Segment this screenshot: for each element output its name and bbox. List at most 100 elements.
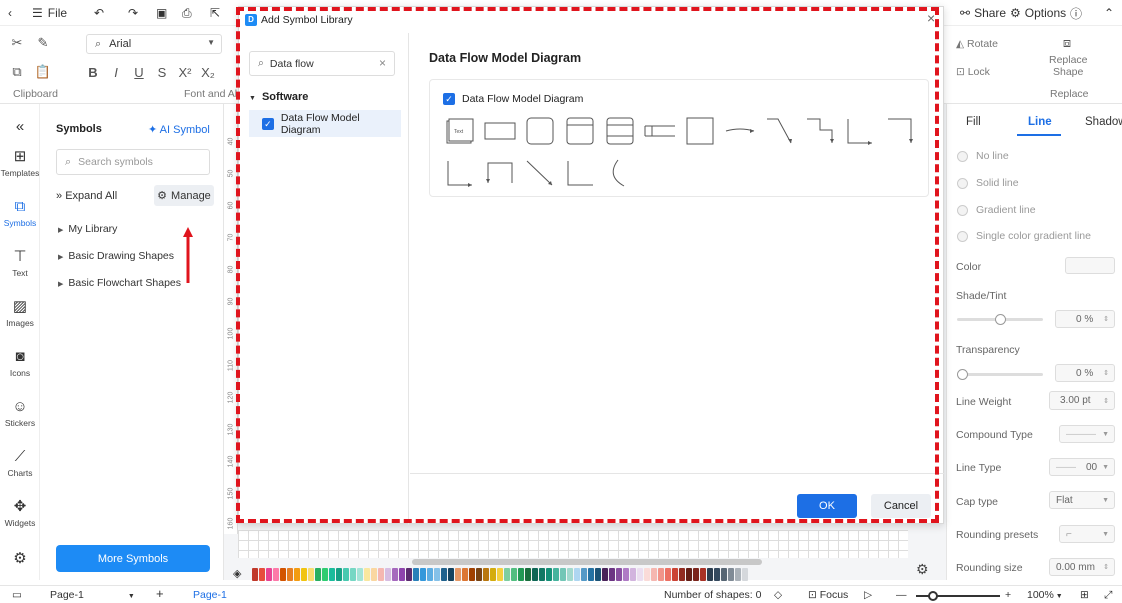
slider-knob[interactable] <box>995 314 1006 325</box>
save-icon[interactable]: ▣ <box>156 4 167 22</box>
fullscreen-icon[interactable]: ⤢ <box>1104 589 1112 602</box>
transparency-input[interactable]: 0 % ⇕ <box>1055 364 1115 382</box>
color-swatch[interactable] <box>420 568 426 581</box>
color-swatch[interactable] <box>322 568 328 581</box>
color-swatch[interactable] <box>336 568 342 581</box>
collapse-icon[interactable]: ⌃ <box>1104 4 1114 22</box>
compound-type-select[interactable]: ——— ▼ <box>1059 425 1115 443</box>
color-swatch[interactable] <box>308 568 314 581</box>
help-icon[interactable]: ⓘ <box>1070 4 1082 22</box>
subscript-icon[interactable]: X₂ <box>199 63 217 81</box>
color-swatch[interactable] <box>721 568 727 581</box>
color-swatch[interactable] <box>490 568 496 581</box>
library-item[interactable]: ▶ Basic Flowchart Shapes <box>58 277 181 289</box>
color-swatch[interactable] <box>357 568 363 581</box>
library-item[interactable]: ▶ My Library <box>58 223 117 235</box>
replace-shape-icon[interactable]: ⧈ <box>1058 34 1076 52</box>
shade-input[interactable]: 0 % ⇕ <box>1055 310 1115 328</box>
rail-item-templates[interactable]: ⊞ Templates <box>0 148 40 178</box>
format-painter-icon[interactable]: ✎ <box>34 34 52 52</box>
rail-item-images[interactable]: ▨ Images <box>0 298 40 328</box>
superscript-icon[interactable]: X² <box>176 63 194 81</box>
color-swatch[interactable] <box>581 568 587 581</box>
lock-button[interactable]: ⊡ Lock <box>956 66 990 78</box>
color-swatch[interactable] <box>504 568 510 581</box>
color-swatch[interactable] <box>497 568 503 581</box>
line-weight-input[interactable]: 3.00 pt ⇕ <box>1049 391 1115 410</box>
radio-single-color-gradient[interactable]: Single color gradient line <box>957 230 1091 242</box>
play-icon[interactable]: ▷ <box>864 589 872 601</box>
paste-icon[interactable]: 📋 <box>34 63 52 81</box>
color-swatch[interactable] <box>399 568 405 581</box>
tab-fill[interactable]: Fill <box>966 116 981 128</box>
color-swatch[interactable] <box>609 568 615 581</box>
color-swatch[interactable] <box>539 568 545 581</box>
replace-shape-label-2[interactable]: Shape <box>1053 66 1083 78</box>
color-swatch[interactable] <box>476 568 482 581</box>
color-swatch[interactable] <box>630 568 636 581</box>
rail-settings[interactable]: ⚙ <box>0 550 40 568</box>
manage-button[interactable]: ⚙ Manage <box>154 185 214 206</box>
font-family-select[interactable]: ⌕ Arial ▼ <box>86 34 222 54</box>
zoom-select[interactable]: 100% ▼ <box>1027 589 1063 601</box>
color-swatch[interactable] <box>350 568 356 581</box>
color-swatch[interactable] <box>728 568 734 581</box>
color-swatch[interactable] <box>301 568 307 581</box>
zoom-in-icon[interactable]: + <box>1005 589 1011 601</box>
focus-button[interactable]: ⊡ Focus <box>808 589 848 601</box>
color-swatch[interactable] <box>1065 257 1115 274</box>
color-swatch[interactable] <box>588 568 594 581</box>
rail-collapse[interactable]: « <box>0 118 40 136</box>
color-swatch[interactable] <box>679 568 685 581</box>
color-swatch[interactable] <box>511 568 517 581</box>
rail-item-icons[interactable]: ◙ Icons <box>0 348 40 378</box>
color-swatch[interactable] <box>742 568 748 581</box>
cut-icon[interactable]: ✂ <box>8 34 26 52</box>
color-swatch[interactable] <box>441 568 447 581</box>
bold-icon[interactable]: B <box>84 63 102 81</box>
print-icon[interactable]: ⎙ <box>182 4 192 22</box>
library-item[interactable]: ▶ Basic Drawing Shapes <box>58 250 174 262</box>
color-swatch[interactable] <box>280 568 286 581</box>
gear-icon[interactable]: ⚙ <box>916 561 929 578</box>
color-swatch[interactable] <box>525 568 531 581</box>
rail-item-text[interactable]: ⊤ Text <box>0 248 40 278</box>
color-swatch[interactable] <box>462 568 468 581</box>
color-swatch[interactable] <box>595 568 601 581</box>
cap-type-select[interactable]: Flat ▼ <box>1049 491 1115 509</box>
rail-item-stickers[interactable]: ☺ Stickers <box>0 398 40 428</box>
options-button[interactable]: ⚙ Options <box>1010 4 1066 22</box>
rotate-button[interactable]: ◭ Rotate <box>956 38 998 50</box>
color-swatch[interactable] <box>700 568 706 581</box>
file-menu[interactable]: ☰ File <box>32 4 67 22</box>
color-swatch[interactable] <box>315 568 321 581</box>
color-swatch[interactable] <box>616 568 622 581</box>
zoom-out-icon[interactable]: — <box>896 589 907 601</box>
color-swatch[interactable] <box>693 568 699 581</box>
fill-bucket-icon[interactable]: ◈ <box>233 567 241 580</box>
color-swatch[interactable] <box>343 568 349 581</box>
color-swatch[interactable] <box>602 568 608 581</box>
color-swatch[interactable] <box>735 568 741 581</box>
shade-slider[interactable] <box>957 314 1043 325</box>
export-icon[interactable]: ⇱ <box>210 4 220 22</box>
color-swatch[interactable] <box>329 568 335 581</box>
color-swatch[interactable] <box>686 568 692 581</box>
color-swatch[interactable] <box>707 568 713 581</box>
radio-solid-line[interactable]: Solid line <box>957 177 1019 189</box>
color-swatch[interactable] <box>546 568 552 581</box>
rounding-presets-select[interactable]: ⌐ ▼ <box>1059 525 1115 543</box>
fit-page-icon[interactable]: ⊞ <box>1080 589 1089 601</box>
color-swatch[interactable] <box>392 568 398 581</box>
color-swatch[interactable] <box>252 568 258 581</box>
line-type-select[interactable]: —— 00 ▼ <box>1049 458 1115 476</box>
color-swatch[interactable] <box>553 568 559 581</box>
rail-item-charts[interactable]: ⟋ Charts <box>0 448 40 478</box>
tab-line[interactable]: Line <box>1028 116 1052 128</box>
color-swatch[interactable] <box>574 568 580 581</box>
radio-no-line[interactable]: No line <box>957 150 1009 162</box>
color-palette[interactable] <box>252 568 749 581</box>
color-swatch[interactable] <box>637 568 643 581</box>
color-swatch[interactable] <box>413 568 419 581</box>
italic-icon[interactable]: I <box>107 63 125 81</box>
